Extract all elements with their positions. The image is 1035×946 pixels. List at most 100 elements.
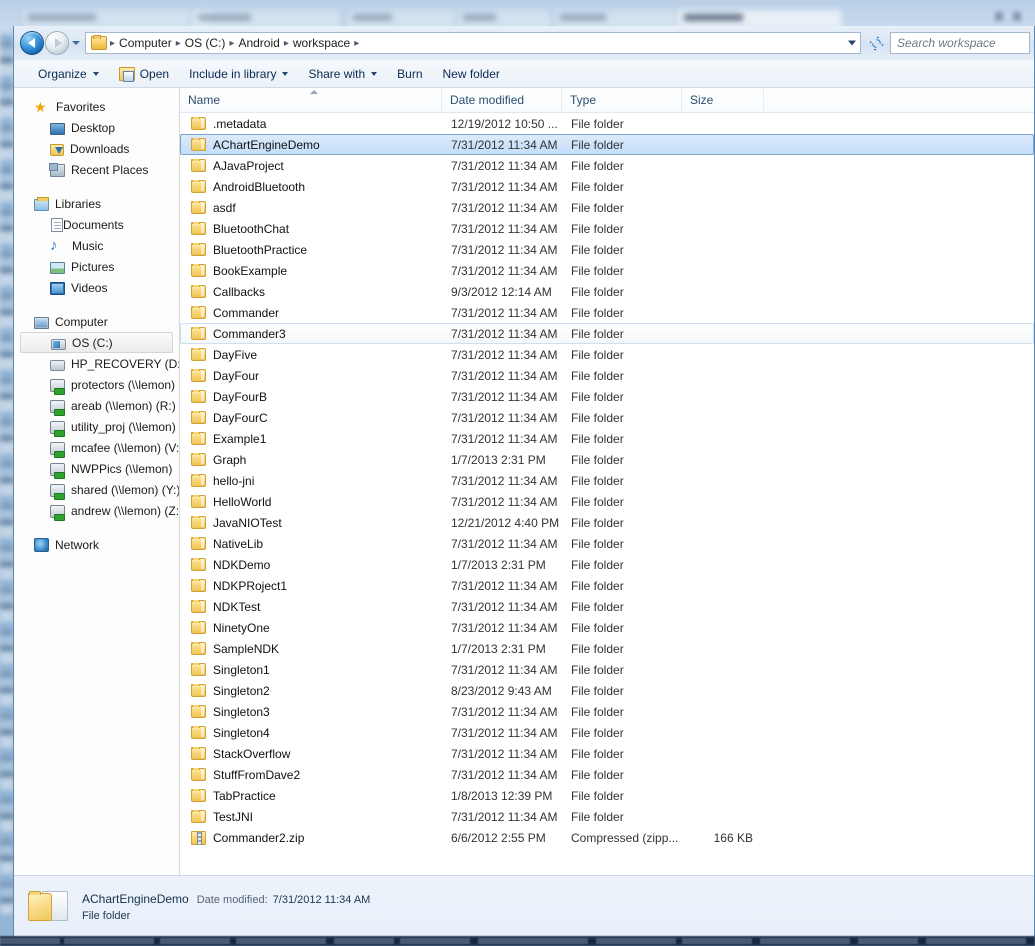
table-row[interactable]: Singleton1 7/31/2012 11:34 AM File folder <box>180 659 1034 680</box>
organize-button[interactable]: Organize <box>28 63 109 85</box>
table-row[interactable]: DayFive 7/31/2012 11:34 AM File folder <box>180 344 1034 365</box>
table-row[interactable]: BookExample 7/31/2012 11:34 AM File folder <box>180 260 1034 281</box>
sidebar-item-network[interactable]: Network <box>14 534 179 555</box>
breadcrumb[interactable]: ▸ Computer ▸ OS (C:) ▸ Android ▸ workspa… <box>85 32 861 54</box>
chevron-down-icon[interactable] <box>848 40 856 46</box>
table-row[interactable]: hello-jni 7/31/2012 11:34 AM File folder <box>180 470 1034 491</box>
sidebar-item-andrew-lemon-z[interactable]: andrew (\\lemon) (Z:) <box>14 500 179 521</box>
table-row[interactable]: Callbacks 9/3/2012 12:14 AM File folder <box>180 281 1034 302</box>
table-row[interactable]: DayFour 7/31/2012 11:34 AM File folder <box>180 365 1034 386</box>
cell-name: Commander3 <box>181 326 443 341</box>
open-button[interactable]: Open <box>109 63 179 85</box>
details-item-type: File folder <box>82 909 131 922</box>
sidebar-item-nwppics-lemon[interactable]: NWPPics (\\lemon) <box>14 458 179 479</box>
table-row[interactable]: AChartEngineDemo 7/31/2012 11:34 AM File f… <box>180 134 1034 155</box>
table-row[interactable]: HelloWorld 7/31/2012 11:34 AM File folder <box>180 491 1034 512</box>
share-with-button[interactable]: Share with <box>298 63 387 85</box>
sidebar-item-music[interactable]: ♪ Music <box>14 235 179 256</box>
column-header-date-modified[interactable]: Date modified <box>442 88 562 113</box>
breadcrumb-item-android[interactable]: Android <box>235 36 282 50</box>
sidebar-item-hp-recovery-d[interactable]: HP_RECOVERY (D:) <box>14 353 179 374</box>
table-row[interactable]: Example1 7/31/2012 11:34 AM File folder <box>180 428 1034 449</box>
table-row[interactable]: TestJNI 7/31/2012 11:34 AM File folder <box>180 806 1034 827</box>
table-row[interactable]: TabPractice 1/8/2013 12:39 PM File folder <box>180 785 1034 806</box>
cell-type: File folder <box>571 452 624 467</box>
table-row[interactable]: Commander3 7/31/2012 11:34 AM File folder <box>180 323 1034 344</box>
cell-size: 166 KB <box>713 830 753 845</box>
navigation-pane[interactable]: ★ Favorites Desktop Downloads Recent Places L… <box>14 88 180 875</box>
table-row[interactable]: NDKTest 7/31/2012 11:34 AM File folder <box>180 596 1034 617</box>
table-row[interactable]: Commander2.zip 6/6/2012 2:55 PM Compressed… <box>180 827 1034 848</box>
table-row[interactable]: NDKDemo 1/7/2013 2:31 PM File folder <box>180 554 1034 575</box>
cell-type: File folder <box>571 431 624 446</box>
sidebar-item-protectors-lemon[interactable]: protectors (\\lemon) <box>14 374 179 395</box>
cell-type: File folder <box>571 725 624 740</box>
breadcrumb-item-os-c[interactable]: OS (C:) <box>182 36 229 50</box>
column-header-name[interactable]: Name <box>180 88 442 113</box>
table-row[interactable]: Singleton3 7/31/2012 11:34 AM File folder <box>180 701 1034 722</box>
table-row[interactable]: Graph 1/7/2013 2:31 PM File folder <box>180 449 1034 470</box>
table-row[interactable]: BluetoothChat 7/31/2012 11:34 AM File fold… <box>180 218 1034 239</box>
history-dropdown-icon[interactable] <box>69 32 83 54</box>
table-row[interactable]: NDKPRoject1 7/31/2012 11:34 AM File folder <box>180 575 1034 596</box>
table-row[interactable]: NativeLib 7/31/2012 11:34 AM File folder <box>180 533 1034 554</box>
background-window-buttons <box>988 10 1021 24</box>
column-header-type[interactable]: Type <box>562 88 682 113</box>
column-header-date-label: Date modified <box>450 93 525 107</box>
table-row[interactable]: AndroidBluetooth 7/31/2012 11:34 AM File f… <box>180 176 1034 197</box>
table-row[interactable]: AJavaProject 7/31/2012 11:34 AM File folde… <box>180 155 1034 176</box>
refresh-icon[interactable] <box>865 32 887 54</box>
sidebar-item-utility-proj-lemon[interactable]: utility_proj (\\lemon) <box>14 416 179 437</box>
burn-button[interactable]: Burn <box>387 63 432 85</box>
table-row[interactable]: StackOverflow 7/31/2012 11:34 AM File fold… <box>180 743 1034 764</box>
sidebar-item-documents[interactable]: Documents <box>14 214 179 235</box>
table-row[interactable]: BluetoothPractice 7/31/2012 11:34 AM File … <box>180 239 1034 260</box>
forward-arrow-icon[interactable] <box>45 31 69 55</box>
sidebar-item-libraries[interactable]: Libraries <box>14 193 179 214</box>
sidebar-item-label: andrew (\\lemon) (Z:) <box>71 503 179 518</box>
file-list-pane[interactable]: Name Date modified Type Size .metadata 12… <box>180 88 1034 875</box>
sidebar-item-computer[interactable]: Computer <box>14 311 179 332</box>
sidebar-item-shared-lemon-y[interactable]: shared (\\lemon) (Y:) <box>14 479 179 500</box>
cell-name: Singleton3 <box>181 704 443 719</box>
sidebar-item-favorites[interactable]: ★ Favorites <box>14 96 179 117</box>
cell-name: BookExample <box>181 263 443 278</box>
back-arrow-icon[interactable] <box>20 31 44 55</box>
folder-icon <box>191 284 206 298</box>
table-row[interactable]: JavaNIOTest 12/21/2012 4:40 PM File folder <box>180 512 1034 533</box>
sidebar-item-label: Libraries <box>55 196 102 211</box>
table-row[interactable]: .metadata 12/19/2012 10:50 ... File folder <box>180 113 1034 134</box>
file-name-label: DayFourB <box>213 389 268 404</box>
open-label: Open <box>139 66 170 81</box>
table-row[interactable]: SampleNDK 1/7/2013 2:31 PM File folder <box>180 638 1034 659</box>
sidebar-item-mcafee-lemon-v[interactable]: mcafee (\\lemon) (V:) <box>14 437 179 458</box>
sidebar-item-recent-places[interactable]: Recent Places <box>14 159 179 180</box>
new-folder-button[interactable]: New folder <box>433 63 510 85</box>
cell-type: File folder <box>571 473 624 488</box>
table-row[interactable]: Singleton4 7/31/2012 11:34 AM File folder <box>180 722 1034 743</box>
sidebar-item-os-c[interactable]: OS (C:) <box>20 332 173 353</box>
network-drive-icon <box>50 379 65 395</box>
sidebar-item-areab-lemon-r[interactable]: areab (\\lemon) (R:) <box>14 395 179 416</box>
taskbar-item <box>760 938 850 944</box>
table-row[interactable]: DayFourC 7/31/2012 11:34 AM File folder <box>180 407 1034 428</box>
breadcrumb-item-workspace[interactable]: workspace <box>290 36 353 50</box>
table-row[interactable]: Commander 7/31/2012 11:34 AM File folder <box>180 302 1034 323</box>
cell-name: TestJNI <box>181 809 443 824</box>
sidebar-item-videos[interactable]: Videos <box>14 277 179 298</box>
table-row[interactable]: asdf 7/31/2012 11:34 AM File folder <box>180 197 1034 218</box>
file-name-label: NDKPRoject1 <box>213 578 288 593</box>
sidebar-item-desktop[interactable]: Desktop <box>14 117 179 138</box>
cell-type: File folder <box>571 305 624 320</box>
include-in-library-button[interactable]: Include in library <box>179 63 298 85</box>
table-row[interactable]: DayFourB 7/31/2012 11:34 AM File folder <box>180 386 1034 407</box>
sidebar-item-downloads[interactable]: Downloads <box>14 138 179 159</box>
table-row[interactable]: NinetyOne 7/31/2012 11:34 AM File folder <box>180 617 1034 638</box>
cell-date-modified: 7/31/2012 11:34 AM <box>451 410 558 425</box>
breadcrumb-item-computer[interactable]: Computer <box>116 36 175 50</box>
search-input[interactable]: Search workspace <box>890 32 1030 54</box>
column-header-size[interactable]: Size <box>682 88 764 113</box>
table-row[interactable]: Singleton2 8/23/2012 9:43 AM File folder <box>180 680 1034 701</box>
sidebar-item-pictures[interactable]: Pictures <box>14 256 179 277</box>
table-row[interactable]: StuffFromDave2 7/31/2012 11:34 AM File fol… <box>180 764 1034 785</box>
